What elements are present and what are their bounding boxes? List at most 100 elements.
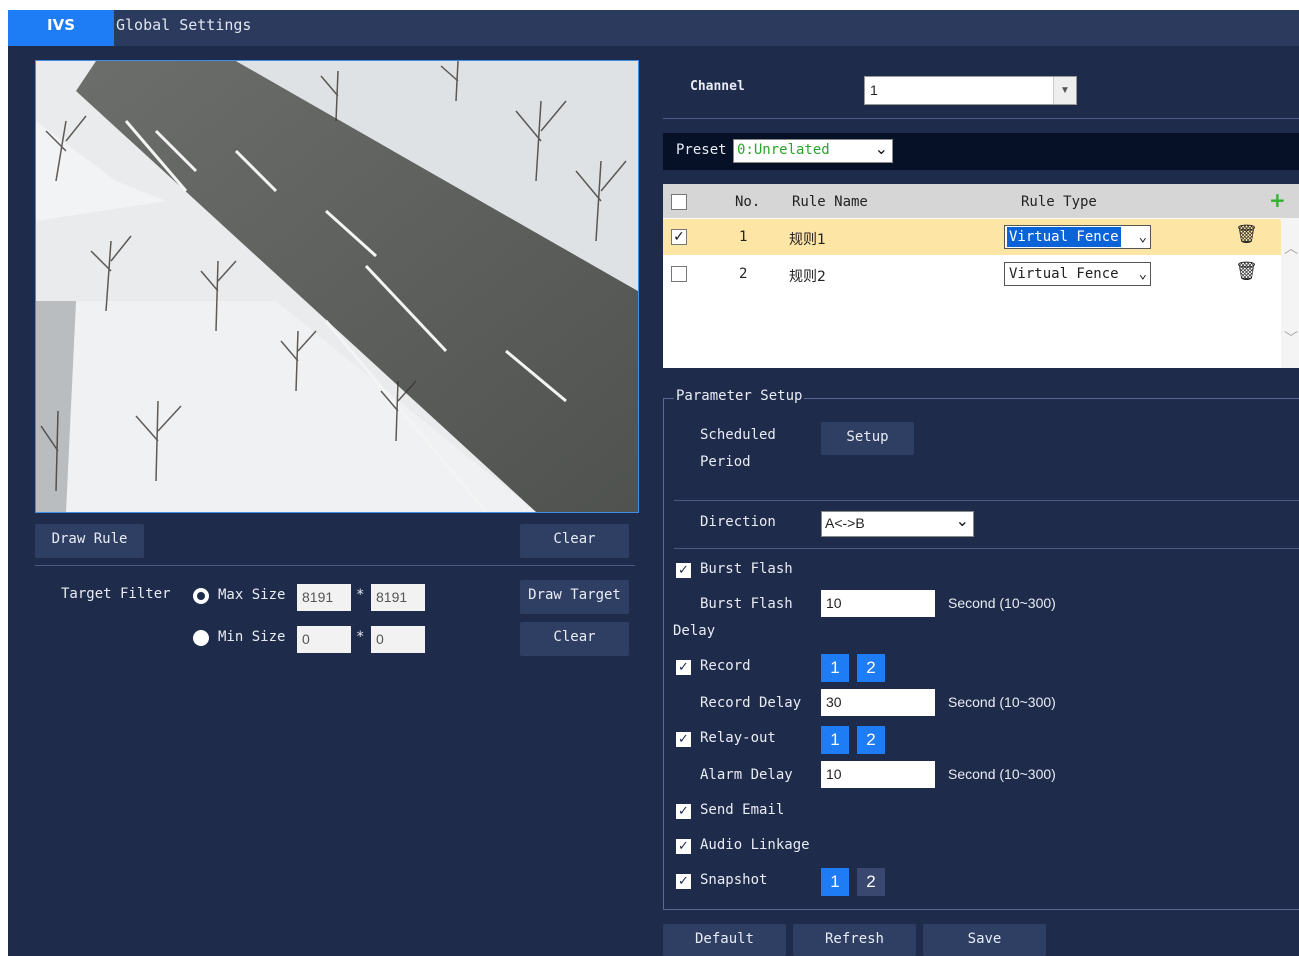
record-channel-1[interactable]: 1 [821, 654, 849, 682]
rule-type-select[interactable]: Virtual Fence ⌄ [1004, 225, 1151, 249]
camera-preview[interactable] [35, 60, 639, 513]
direction-label: Direction [700, 514, 776, 530]
audio-linkage-label: Audio Linkage [700, 837, 810, 853]
rule-type-value: Virtual Fence [1009, 266, 1119, 282]
chevron-down-icon: ⌄ [1138, 229, 1147, 245]
min-size-radio[interactable] [193, 630, 209, 646]
header-rule-type: Rule Type [1021, 194, 1097, 210]
record-delay-input[interactable]: 30 [821, 689, 935, 716]
burst-flash-checkbox[interactable]: ✓ [676, 563, 691, 578]
channel-select-value: 1 [870, 82, 878, 98]
direction-value: A<->B [825, 515, 865, 531]
divider [674, 500, 1299, 501]
clear-target-button[interactable]: Clear [520, 622, 629, 656]
record-delay-label: Record Delay [700, 695, 802, 711]
burst-flash-label: Burst Flash [700, 561, 793, 577]
scheduled-period-label-2: Period [700, 454, 751, 470]
chevron-up-icon[interactable]: ︿ [1284, 238, 1298, 258]
send-email-checkbox[interactable]: ✓ [676, 804, 691, 819]
channel-select[interactable]: 1 ▼ [864, 76, 1077, 105]
burst-flash-delay-range: Second (10~300) [948, 595, 1056, 611]
header-no: No. [735, 194, 761, 210]
table-row[interactable] [663, 256, 1281, 292]
max-size-radio[interactable] [193, 588, 209, 604]
default-button[interactable]: Default [663, 924, 786, 956]
divider [35, 565, 635, 566]
direction-select[interactable]: A<->B ⌄ [821, 511, 974, 537]
snapshot-label: Snapshot [700, 872, 768, 888]
record-label: Record [700, 658, 751, 674]
record-checkbox[interactable]: ✓ [676, 660, 691, 675]
max-width-input[interactable]: 8191 [297, 584, 351, 611]
min-size-label: Min Size [218, 629, 286, 645]
burst-flash-delay-label: Burst Flash [700, 596, 793, 612]
parameter-setup-title: Parameter Setup [674, 388, 805, 404]
clear-rule-button[interactable]: Clear [520, 524, 629, 558]
scrollbar[interactable]: ︿ ﹀ [1281, 218, 1299, 368]
burst-flash-delay-input[interactable]: 10 [821, 590, 935, 617]
plus-icon[interactable]: + [1269, 188, 1286, 212]
row-checkbox[interactable] [671, 266, 687, 282]
audio-linkage-checkbox[interactable]: ✓ [676, 839, 691, 854]
chevron-down-icon: ⌄ [955, 511, 969, 530]
snowy-road-scene [36, 61, 638, 512]
target-filter-label: Target Filter [61, 586, 171, 602]
alarm-delay-label: Alarm Delay [700, 767, 793, 783]
row-rule-name: 规则2 [789, 269, 826, 285]
min-width-input[interactable]: 0 [297, 626, 351, 653]
top-tab-bar: IVS Global Settings [8, 10, 1299, 46]
preset-select[interactable]: 0:Unrelated ⌄ [733, 139, 893, 163]
alarm-delay-range: Second (10~300) [948, 766, 1056, 782]
draw-target-button[interactable]: Draw Target [520, 580, 629, 614]
setup-button[interactable]: Setup [821, 422, 914, 455]
preset-bar: Preset 0:Unrelated ⌄ [663, 133, 1299, 170]
trash-icon[interactable]: 🗑 [1235, 224, 1258, 245]
draw-rule-button[interactable]: Draw Rule [35, 524, 144, 558]
record-delay-range: Second (10~300) [948, 694, 1056, 710]
chevron-down-icon[interactable]: ﹀ [1284, 328, 1298, 348]
ivs-config-window: IVS Global Settings Draw Rule Clear Targ… [8, 10, 1299, 956]
channel-label: Channel [690, 79, 745, 94]
chevron-down-icon: ⌄ [1138, 266, 1147, 282]
max-size-label: Max Size [218, 587, 286, 603]
save-button[interactable]: Save [923, 924, 1046, 956]
chevron-down-icon: ⌄ [874, 139, 888, 158]
snapshot-checkbox[interactable]: ✓ [676, 874, 691, 889]
header-rule-name: Rule Name [792, 194, 868, 210]
snapshot-channel-1[interactable]: 1 [821, 868, 849, 896]
burst-flash-delay-label-2: Delay [673, 623, 716, 639]
record-channel-2[interactable]: 2 [857, 654, 885, 682]
parameter-setup-frame [663, 398, 1299, 910]
row-rule-name: 规则1 [789, 232, 826, 248]
row-checkbox[interactable]: ✓ [671, 229, 687, 245]
max-height-input[interactable]: 8191 [371, 584, 425, 611]
relay-channel-2[interactable]: 2 [857, 726, 885, 754]
times-symbol: * [356, 629, 365, 645]
divider [663, 118, 1299, 119]
rule-table: No. Rule Name Rule Type + ✓ 1 规则1 Virtua… [663, 184, 1299, 368]
preset-label: Preset [676, 142, 727, 158]
tab-global-settings[interactable]: Global Settings [114, 10, 251, 46]
row-no: 1 [739, 229, 748, 245]
divider [674, 548, 1299, 549]
scheduled-period-label: Scheduled [700, 427, 776, 443]
send-email-label: Send Email [700, 802, 785, 818]
alarm-delay-input[interactable]: 10 [821, 761, 935, 788]
rule-type-value: Virtual Fence [1007, 227, 1121, 247]
table-row[interactable] [663, 219, 1281, 255]
row-no: 2 [739, 266, 748, 282]
dropdown-arrow-icon: ▼ [1053, 77, 1076, 104]
trash-icon[interactable]: 🗑 [1235, 261, 1258, 282]
select-all-checkbox[interactable] [671, 194, 687, 210]
relay-channel-1[interactable]: 1 [821, 726, 849, 754]
preset-select-value: 0:Unrelated [737, 142, 830, 158]
min-height-input[interactable]: 0 [371, 626, 425, 653]
relay-out-checkbox[interactable]: ✓ [676, 732, 691, 747]
relay-out-label: Relay-out [700, 730, 776, 746]
snapshot-channel-2[interactable]: 2 [857, 868, 885, 896]
times-symbol: * [356, 587, 365, 603]
tab-ivs[interactable]: IVS [8, 10, 114, 46]
rule-type-select[interactable]: Virtual Fence ⌄ [1004, 262, 1151, 286]
refresh-button[interactable]: Refresh [793, 924, 916, 956]
rule-table-header: No. Rule Name Rule Type + [663, 184, 1299, 218]
